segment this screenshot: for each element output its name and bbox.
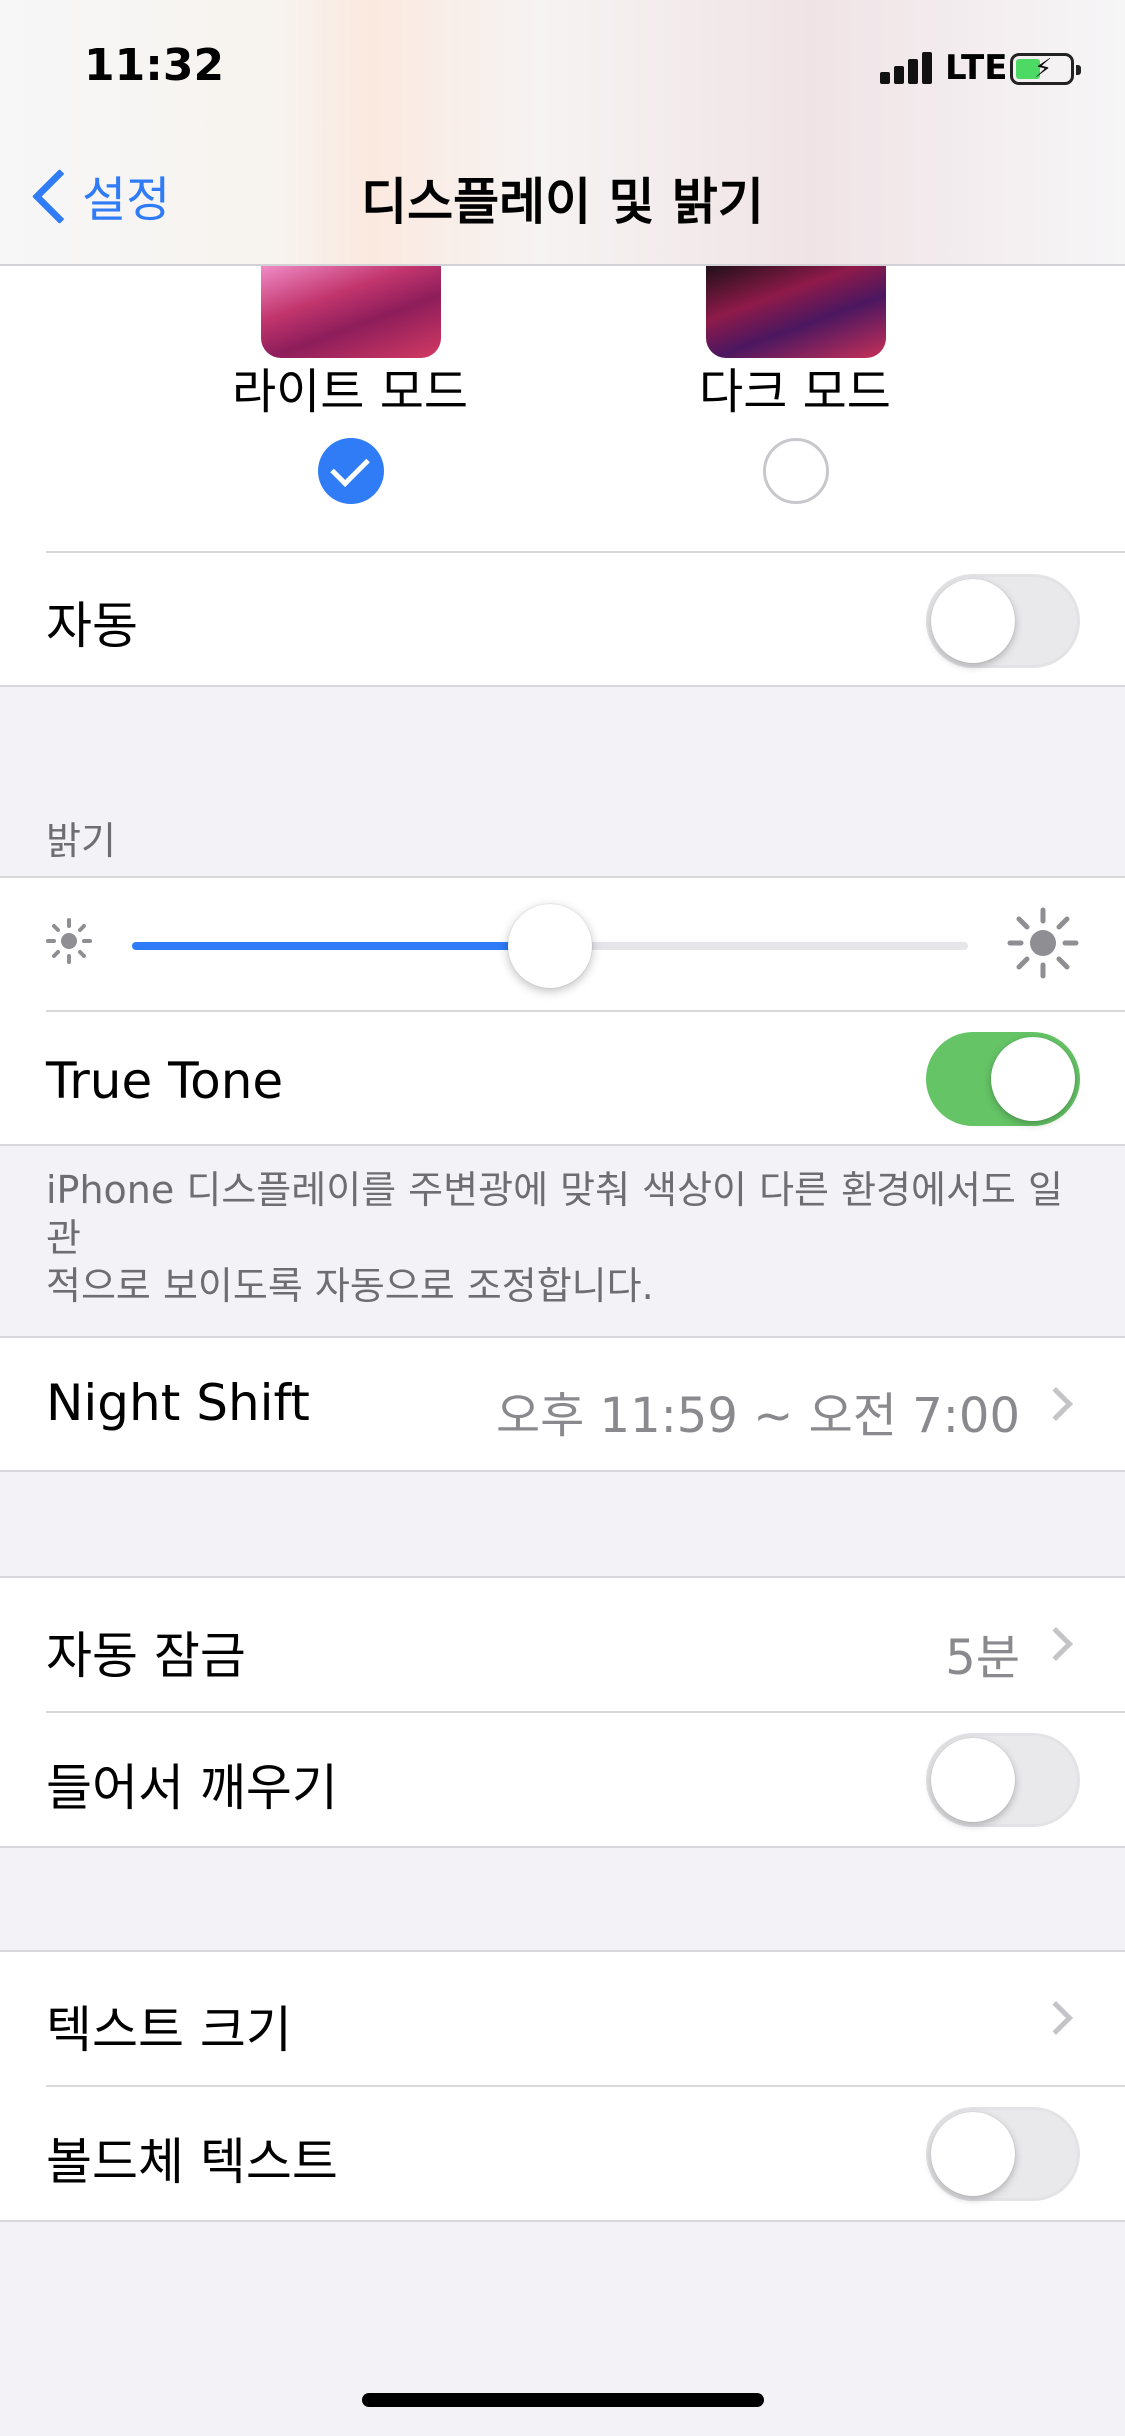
auto-lock-label: 자동 잠금 [46,1627,246,1685]
raise-to-wake-label: 들어서 깨우기 [46,1759,338,1817]
auto-lock-value: 5분 [945,1630,1020,1686]
divider [46,1010,1125,1012]
brightness-section: True Tone [0,876,1125,1146]
divider [46,551,1125,553]
divider [0,876,1125,878]
divider [0,685,1125,687]
appearance-section: 라이트 모드 다크 모드 자동 [0,266,1125,687]
light-mode-label: 라이트 모드 [231,364,469,420]
dark-mode-preview[interactable] [706,266,886,358]
light-mode-radio[interactable] [318,438,384,504]
auto-appearance-label: 자동 [46,597,138,655]
home-indicator[interactable] [362,2393,764,2407]
true-tone-toggle[interactable] [926,1032,1080,1126]
dark-mode-radio[interactable] [763,438,829,504]
auto-appearance-toggle[interactable] [926,574,1080,668]
divider [0,1336,1125,1338]
status-time: 11:32 [84,40,225,91]
sun-large-icon [1007,907,1079,979]
night-shift-row[interactable]: Night Shift 오후 11:59 ~ 오전 7:00 [0,1336,1125,1472]
light-mode-preview[interactable] [261,266,441,358]
brightness-slider-thumb[interactable] [508,904,592,988]
auto-lock-row[interactable]: 자동 잠금 5분 [0,1578,1125,1710]
divider [46,2085,1125,2087]
true-tone-description: iPhone 디스플레이를 주변광에 맞춰 색상이 다른 환경에서도 일관 적으… [46,1168,1063,1308]
bold-text-toggle[interactable] [926,2107,1080,2201]
brightness-header: 밝기 [46,819,116,863]
network-type: LTE [945,48,1008,88]
divider [46,1711,1125,1713]
dark-mode-label: 다크 모드 [699,364,891,420]
chevron-right-icon [1039,1627,1073,1661]
night-shift-label: Night Shift [46,1374,310,1432]
chevron-right-icon [1039,2001,1073,2035]
text-section: 텍스트 크기 볼드체 텍스트 [0,1950,1125,2222]
navigation-bar: 11:32 LTE ⚡ 설정 디스플레이 및 밝기 [0,0,1125,266]
text-size-row[interactable]: 텍스트 크기 [0,1952,1125,2084]
divider [0,1470,1125,1472]
bold-text-label: 볼드체 텍스트 [46,2133,338,2191]
lock-section: 자동 잠금 5분 들어서 깨우기 [0,1576,1125,1848]
true-tone-label: True Tone [46,1052,284,1110]
text-size-label: 텍스트 크기 [46,2001,292,2059]
brightness-slider-fill [132,942,550,950]
raise-to-wake-toggle[interactable] [926,1733,1080,1827]
page-title: 디스플레이 및 밝기 [361,173,764,231]
night-shift-schedule: 오후 11:59 ~ 오전 7:00 [495,1388,1020,1444]
divider [0,2220,1125,2222]
cellular-signal-icon [880,52,936,84]
chevron-right-icon [1039,1387,1073,1421]
divider [0,1144,1125,1146]
sun-small-icon [46,918,92,964]
divider [0,1846,1125,1848]
battery-icon: ⚡ [1010,53,1081,85]
